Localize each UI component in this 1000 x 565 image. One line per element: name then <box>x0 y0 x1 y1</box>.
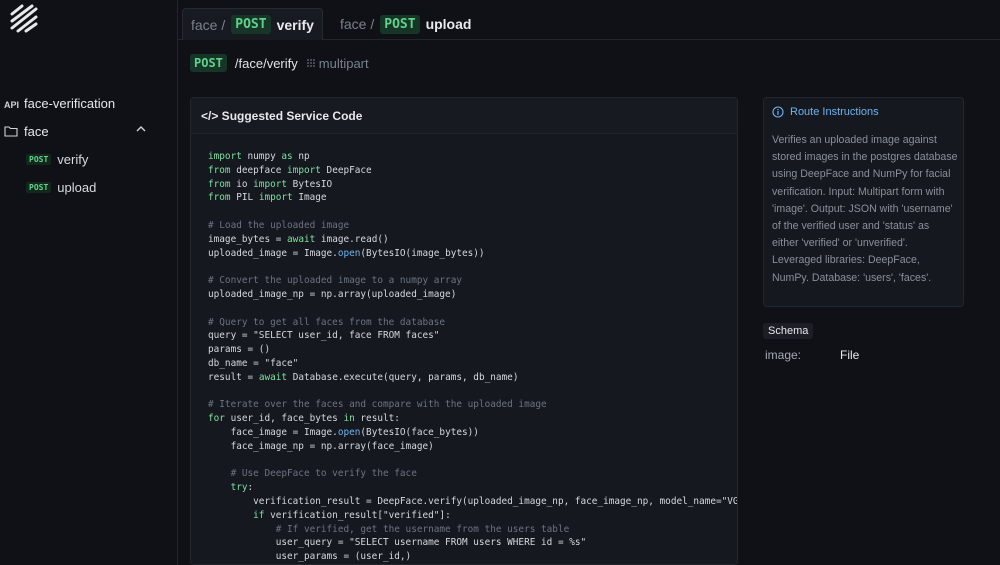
code-panel: </> Suggested Service Code import numpy … <box>190 97 738 565</box>
code-line: if verification_result["verified"]: <box>253 509 451 521</box>
code-line: for user_id, face_bytes in result: <box>208 413 400 425</box>
route-path: /face/verify <box>234 55 298 71</box>
tab-bar: face / POST verify face / POST upload <box>178 0 1000 40</box>
tab-name: upload <box>425 16 472 32</box>
code-line: result = await Database.execute(query, p… <box>208 371 519 383</box>
code-line: params = () <box>208 344 271 356</box>
method-badge: POST <box>190 54 227 72</box>
method-badge: POST <box>26 182 52 193</box>
code-line: ​ <box>208 205 737 219</box>
code-line: uploaded_image_np = np.array(uploaded_im… <box>208 288 457 300</box>
code-panel-title: </> Suggested Service Code <box>191 98 737 134</box>
tab-prefix: face / <box>340 16 375 32</box>
code-line: ​ <box>208 302 737 316</box>
code-line: # Load the uploaded image <box>208 219 350 231</box>
code-line: user_query = "SELECT username FROM users… <box>208 537 587 549</box>
code-line: from io import BytesIO <box>208 178 333 190</box>
route-instructions-header: Route Instructions <box>772 106 879 118</box>
schema-field-row: image: File <box>765 348 859 362</box>
folder-face[interactable]: face <box>4 122 164 140</box>
api-tag: API <box>4 100 20 110</box>
route-instructions-body: Verifies an uploaded image against store… <box>772 134 958 284</box>
tab-verify[interactable]: face / POST verify <box>182 8 323 40</box>
tab-name: verify <box>276 16 314 33</box>
content-type: multipart <box>306 56 369 71</box>
api-name: face-verification <box>24 96 116 111</box>
method-badge: POST <box>380 14 420 34</box>
code-line: face_image_np = np.array(face_image) <box>208 440 434 452</box>
code-block[interactable]: import numpy as np from deepface import D… <box>208 150 738 564</box>
code-line: # If verified, get the username from the… <box>208 523 570 535</box>
schema-label: Schema <box>763 323 814 339</box>
route-instructions-card: Route Instructions Verifies an uploaded … <box>763 97 964 307</box>
code-line: # Use DeepFace to verify the face <box>208 468 417 480</box>
code-line: query = "SELECT user_id, face FROM faces… <box>208 330 440 342</box>
code-line: user_params = (user_id,) <box>208 551 412 563</box>
main-content: face / POST verify face / POST upload PO… <box>178 0 1000 565</box>
route-bar: POST /face/verify multipart <box>190 54 369 72</box>
sidebar-item-upload[interactable]: POST upload <box>26 180 96 195</box>
code-line: from deepface import DeepFace <box>208 164 372 176</box>
method-badge: POST <box>26 154 52 165</box>
chevron-up-icon[interactable] <box>136 125 146 133</box>
tab-upload[interactable]: face / POST upload <box>332 8 479 40</box>
code-line: # Convert the uploaded image to a numpy … <box>208 275 462 287</box>
schema-field-type: File <box>840 348 860 362</box>
app-logo-icon[interactable] <box>6 4 40 34</box>
folder-label: face <box>24 123 49 139</box>
grid-icon <box>306 59 315 67</box>
code-line: face_image = Image.open(BytesIO(face_byt… <box>208 426 479 438</box>
info-icon <box>772 106 784 118</box>
code-line: import numpy as np <box>208 151 310 162</box>
route-instructions-title: Route Instructions <box>790 106 879 118</box>
code-line: ​ <box>208 454 737 468</box>
sidebar-item-verify[interactable]: POST verify <box>26 152 88 167</box>
code-line: from PIL import Image <box>208 192 327 204</box>
sidebar-item-label: verify <box>57 152 89 167</box>
method-badge: POST <box>231 15 271 34</box>
tab-prefix: face / <box>191 16 226 33</box>
code-line: verification_result = DeepFace.verify(up… <box>208 495 738 507</box>
code-line: image_bytes = await image.read() <box>208 233 389 245</box>
code-line: # Iterate over the faces and compare wit… <box>208 399 547 411</box>
sidebar-item-label: upload <box>57 180 97 195</box>
code-line: ​ <box>208 385 737 399</box>
code-line: # Query to get all faces from the databa… <box>208 316 446 328</box>
api-title[interactable]: API face-verification <box>4 96 115 111</box>
code-line: db_name = "face" <box>208 357 299 369</box>
code-line: try: <box>230 482 254 494</box>
content-type-label: multipart <box>318 55 369 71</box>
code-line: ​ <box>208 260 737 274</box>
sidebar: API face-verification face POST verify P… <box>0 0 178 565</box>
schema-field-key: image: <box>765 348 802 362</box>
code-line: uploaded_image = Image.open(BytesIO(imag… <box>208 247 485 259</box>
folder-icon <box>4 126 18 137</box>
